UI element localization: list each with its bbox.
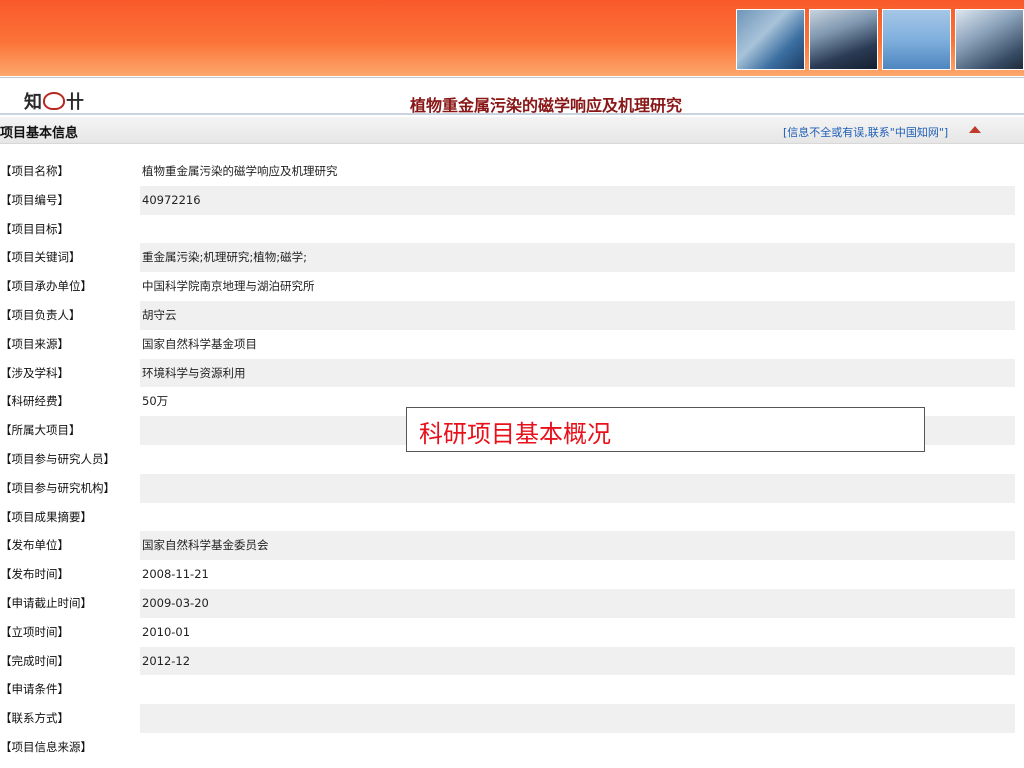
field-value: 50万: [142, 394, 169, 409]
field-value: 2012-12: [142, 653, 191, 668]
logo-char-left: 知: [24, 92, 42, 113]
table-row: 【项目成果摘要】: [0, 503, 1015, 532]
field-label: 【所属大项目】: [0, 416, 140, 445]
feedback-link[interactable]: [信息不全或有误,联系"中国知网"]: [783, 124, 948, 140]
table-row: 【项目名称】 植物重金属污染的磁学响应及机理研究: [0, 157, 1015, 186]
classroom-photo: [955, 9, 1024, 70]
researcher-at-computer-photo: [809, 9, 878, 70]
field-value: 环境科学与资源利用: [142, 365, 246, 380]
field-value: 重金属污染;机理研究;植物;磁学;: [142, 250, 307, 265]
field-value: 2009-03-20: [142, 595, 209, 610]
field-label: 【立项时间】: [0, 624, 69, 639]
field-label: 【项目名称】: [0, 164, 69, 178]
field-label: 【完成时间】: [0, 646, 140, 676]
table-row: 【发布时间】 2008-11-21: [0, 560, 1015, 589]
field-label: 【联系方式】: [0, 704, 140, 733]
field-label: 【项目目标】: [0, 221, 69, 236]
table-row: 【发布单位】 国家自然科学基金委员会: [0, 531, 1015, 561]
table-row: 【项目承办单位】 中国科学院南京地理与湖泊研究所: [0, 272, 1015, 301]
field-label: 【发布单位】: [0, 531, 140, 561]
field-label: 【项目编号】: [0, 185, 140, 215]
banner-divider: [0, 77, 1024, 78]
field-value: 胡守云: [142, 307, 177, 322]
table-row: 【项目负责人】 胡守云: [0, 300, 1015, 330]
field-label: 【项目来源】: [0, 336, 69, 351]
table-row: 【涉及学科】 环境科学与资源利用: [0, 358, 1015, 388]
field-value: 2010-01: [142, 624, 191, 639]
field-value: 2008-11-21: [142, 567, 209, 582]
section-title: 项目基本信息: [0, 126, 79, 141]
cnki-logo[interactable]: 知 卄: [24, 88, 84, 114]
field-value: 植物重金属污染的磁学响应及机理研究: [142, 164, 338, 178]
field-label: 【申请条件】: [0, 682, 69, 697]
table-row: 【项目参与研究机构】: [0, 473, 1015, 503]
field-label: 【项目承办单位】: [0, 279, 92, 294]
table-row: 【申请截止时间】 2009-03-20: [0, 588, 1015, 618]
field-label: 【涉及学科】: [0, 358, 140, 388]
table-row: 【联系方式】: [0, 704, 1015, 733]
table-row: 【项目编号】 40972216: [0, 185, 1015, 215]
field-label: 【项目成果摘要】: [0, 509, 92, 524]
table-row: 【申请条件】: [0, 675, 1015, 704]
field-value: 40972216: [142, 192, 201, 207]
field-label: 【发布时间】: [0, 567, 69, 582]
world-map-photo: [882, 9, 951, 70]
banner-photo-strip: [736, 9, 1024, 70]
field-label: 【科研经费】: [0, 394, 69, 409]
caret-up-icon[interactable]: [969, 126, 981, 133]
section-header: 项目基本信息 [信息不全或有误,联系"中国知网"]: [0, 117, 1024, 144]
field-value: 国家自然科学基金项目: [142, 336, 257, 351]
field-value: 国家自然科学基金委员会: [142, 538, 269, 553]
field-label: 【项目负责人】: [0, 300, 140, 330]
logo-seal-icon: [43, 92, 65, 110]
table-row: 【项目目标】: [0, 215, 1015, 244]
table-row: 【项目来源】 国家自然科学基金项目: [0, 330, 1015, 359]
logo-char-right: 卄: [66, 92, 84, 113]
title-divider: [0, 113, 1024, 115]
field-label: 【项目关键词】: [0, 243, 140, 273]
annotation-box: 科研项目基本概况: [406, 407, 925, 452]
table-row: 【立项时间】 2010-01: [0, 618, 1015, 647]
field-value: 中国科学院南京地理与湖泊研究所: [142, 279, 315, 294]
table-row: 【项目信息来源】: [0, 733, 1015, 762]
top-banner: [0, 0, 1024, 76]
field-label: 【项目参与研究人员】: [0, 451, 115, 466]
table-row: 【完成时间】 2012-12: [0, 646, 1015, 676]
annotation-text: 科研项目基本概况: [419, 420, 611, 448]
project-info-table: 【项目名称】 植物重金属污染的磁学响应及机理研究 【项目编号】 40972216 【项目…: [0, 157, 1015, 762]
field-label: 【项目信息来源】: [0, 739, 92, 754]
field-label: 【项目参与研究机构】: [0, 473, 140, 503]
field-label: 【申请截止时间】: [0, 588, 140, 618]
table-row: 【项目关键词】 重金属污染;机理研究;植物;磁学;: [0, 243, 1015, 273]
lab-glassware-photo: [736, 9, 805, 70]
